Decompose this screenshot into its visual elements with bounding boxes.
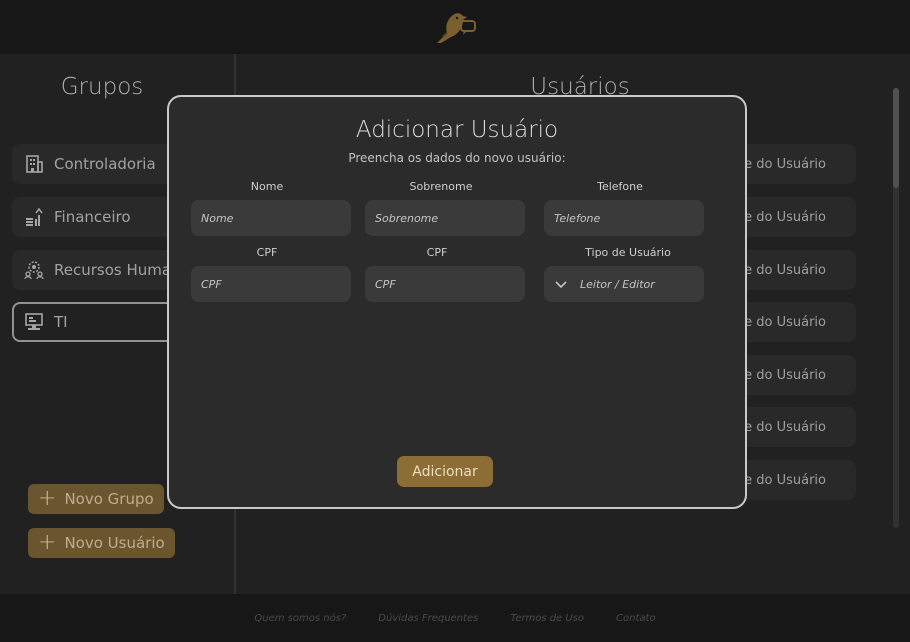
cpf-input-2[interactable] (365, 266, 525, 302)
chevron-down-icon (555, 281, 567, 289)
cpf-label-2: CPF (426, 246, 448, 259)
add-user-modal: Adicionar Usuário Preencha os dados do n… (167, 95, 747, 509)
user-type-select[interactable]: Leitor / Editor (544, 266, 704, 302)
modal-subtitle: Preencha os dados do novo usuário: (348, 151, 566, 165)
sobrenome-input[interactable] (365, 200, 525, 236)
cpf-label: CPF (256, 246, 278, 259)
telefone-label: Telefone (597, 180, 643, 193)
nome-label: Nome (250, 180, 284, 193)
sobrenome-label: Sobrenome (409, 180, 473, 193)
add-button[interactable]: Adicionar (397, 456, 493, 487)
user-type-label: Tipo de Usuário (585, 246, 671, 259)
modal-title: Adicionar Usuário (355, 117, 559, 143)
nome-input[interactable] (191, 200, 351, 236)
cpf-input[interactable] (191, 266, 351, 302)
telefone-input[interactable] (544, 200, 704, 236)
user-type-value: Leitor / Editor (580, 277, 655, 291)
